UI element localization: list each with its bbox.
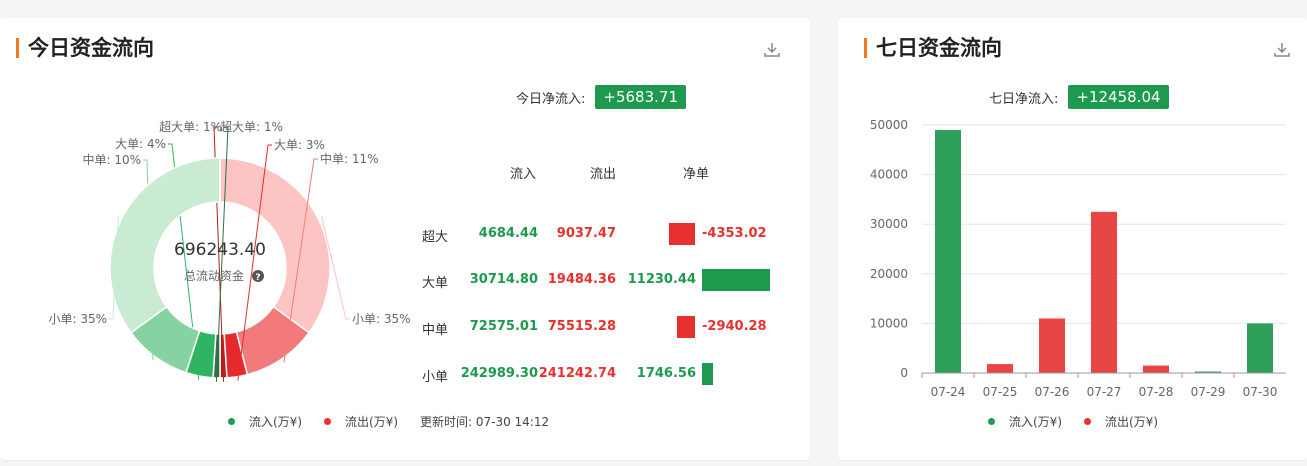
x-tick-label: 07-30 [1243,385,1278,399]
flow-row-in: 242989.30 [460,366,538,381]
flow-row-net-bar [677,316,695,338]
today-legend: 流入(万¥) 流出(万¥) 更新时间: 07-30 14:12 [228,413,571,430]
donut-label: 大单: 4% [115,137,166,151]
x-tick-label: 07-29 [1191,385,1226,399]
flow-row-in: 4684.44 [478,226,538,241]
bar[interactable] [1143,365,1169,373]
help-icon-glyph: ? [255,273,260,283]
header-out: 流出 [590,167,617,182]
legend-in-label: 流入(万¥) [249,415,302,429]
week-flow-card: 七日资金流向 七日净流入: +12458.04 0 10000 20000 30000… [838,18,1307,460]
legend-in-dot [988,418,995,425]
flow-row-net: 11230.44 [627,272,696,287]
update-time: 更新时间: 07-30 14:12 [420,415,550,429]
donut-label: 中单: 10% [82,152,141,167]
bar[interactable] [935,129,961,373]
flow-row: 中单 72575.01 75515.28 -2940.28 [410,313,800,343]
flow-row-out: 19484.36 [547,272,616,287]
flow-row-net: -4353.02 [702,226,767,241]
download-icon[interactable] [762,40,782,60]
y-tick-label: 10000 [870,316,908,330]
legend-out-label: 流出(万¥) [345,415,398,429]
bar[interactable] [1091,211,1117,373]
donut-label: 大单: 3% [274,138,325,152]
flow-row-out: 9037.47 [556,226,616,241]
today-flow-card: 今日资金流向 小单: 35% 中单: 11% 大单: 3% 超大单: 1% 超大单: 1… [0,18,810,460]
x-tick-label: 07-27 [1087,385,1122,399]
y-tick-label: 20000 [870,267,908,281]
today-net-row: 今日净流入: +5683.71 [516,85,686,109]
y-tick-label: 50000 [870,118,908,132]
donut-center-label: 总流动资金 [184,268,244,283]
download-icon[interactable] [1272,40,1292,60]
bar-chart: 0 10000 20000 30000 40000 50000 07-24 07-25 07-2… [870,118,1286,399]
x-tick-label: 07-28 [1139,385,1174,399]
week-net-label: 七日净流入: [989,91,1059,107]
legend-out-label: 流出(万¥) [1105,415,1158,429]
today-net-label: 今日净流入: [516,91,586,107]
flow-row-net: 1746.56 [636,366,696,381]
flow-row-in: 72575.01 [469,319,538,334]
today-net-value: +5683.71 [595,85,686,109]
y-tick-label: 40000 [870,168,908,182]
header-net: 净单 [683,167,710,182]
donut-label: 小单: 35% [352,312,411,326]
flow-row-out: 241242.74 [538,366,616,381]
flow-table: 流入 流出 净单 超大 4684.44 9037.47 -4353.02 大单 30714… [410,163,800,403]
flow-row: 超大 4684.44 9037.47 -4353.02 [410,220,800,250]
week-net-row: 七日净流入: +12458.04 [989,85,1169,109]
header-in: 流入 [510,167,537,182]
week-legend: 流入(万¥) 流出(万¥) [988,413,1180,430]
donut-label: 小单: 35% [48,312,107,326]
y-tick-label: 30000 [870,217,908,231]
flow-row: 小单 242989.30 241242.74 1746.56 [410,360,800,390]
flow-row-in: 30714.80 [469,272,538,287]
week-net-value: +12458.04 [1068,85,1169,109]
flow-row-net-bar [702,269,770,291]
flow-row-net: -2940.28 [702,319,767,334]
legend-in-dot [228,418,235,425]
x-tick-label: 07-24 [931,385,966,399]
legend-in-label: 流入(万¥) [1009,415,1062,429]
x-tick-label: 07-25 [983,385,1018,399]
flow-row-net-bar [669,223,695,245]
flow-row-category: 超大 [422,230,449,245]
y-tick-label: 0 [900,366,908,380]
donut-label: 中单: 11% [320,151,379,166]
donut-center-value: 696243.40 [174,240,266,260]
flow-row-net-bar [702,363,713,385]
x-tick-label: 07-26 [1035,385,1070,399]
bar[interactable] [1039,318,1065,373]
donut-chart: 小单: 35% 中单: 11%大单: 3% 超大单: 1%超大单: 1% 大单: 4%… [48,119,411,382]
donut-label: 超大单: 1% [159,119,222,134]
flow-row-category: 小单 [422,370,449,385]
legend-out-dot [1084,418,1091,425]
flow-row-out: 75515.28 [547,319,616,334]
bar[interactable] [987,364,1013,373]
today-title: 今日资金流向 [16,36,154,60]
flow-row-category: 中单 [422,323,449,338]
donut-label: 超大单: 1% [220,119,283,134]
flow-row-category: 大单 [422,276,449,291]
bar[interactable] [1247,323,1273,373]
week-title: 七日资金流向 [864,36,1002,60]
flow-row: 大单 30714.80 19484.36 11230.44 [410,266,800,296]
legend-out-dot [324,418,331,425]
